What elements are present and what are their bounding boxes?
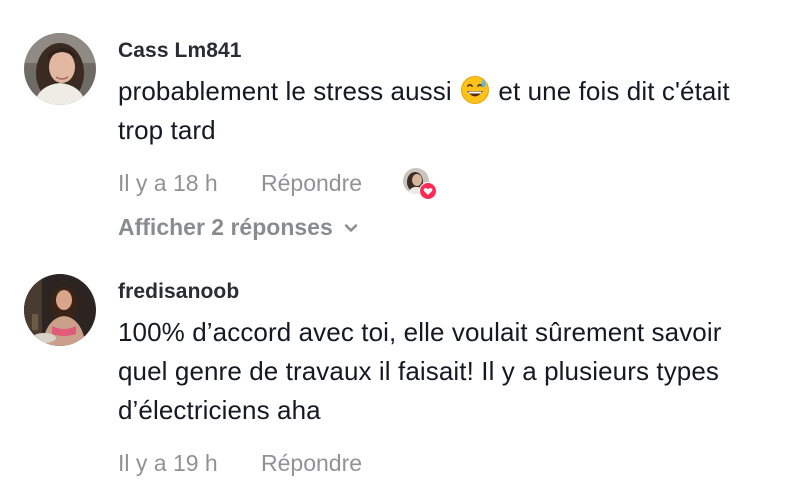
username[interactable]: fredisanoob	[118, 279, 770, 305]
avatar-image	[24, 274, 96, 346]
reply-button[interactable]: Répondre	[261, 446, 362, 480]
comment-item: fredisanoob 100% d’accord avec toi, elle…	[0, 262, 790, 476]
avatar[interactable]	[24, 274, 96, 346]
view-replies-button[interactable]: Afficher 2 réponses	[118, 212, 770, 242]
avatar-image	[24, 33, 96, 105]
username[interactable]: Cass Lm841	[118, 38, 770, 64]
creator-liked-badge	[403, 168, 437, 202]
comment-item: Cass Lm841 probablement le stress aussi …	[0, 0, 790, 250]
reply-button[interactable]: Répondre	[261, 166, 362, 200]
view-replies-label: Afficher 2 réponses	[118, 214, 333, 240]
avatar[interactable]	[24, 33, 96, 105]
comment-timestamp: Il y a 18 h	[118, 170, 218, 196]
comment-meta: Il y a 19 h Répondre	[118, 446, 770, 480]
heart-icon	[419, 182, 437, 200]
chevron-down-icon	[341, 215, 361, 235]
comment-text: 100% d’accord avec toi, elle voulait sûr…	[118, 317, 722, 425]
comment-text-part: probablement le stress aussi	[118, 76, 460, 106]
comment-text: probablement le stress aussi et une fois…	[118, 72, 770, 150]
comment-timestamp: Il y a 19 h	[118, 450, 218, 476]
grinning-face-with-sweat-emoji-icon	[460, 75, 490, 105]
comment-meta: Il y a 18 h Répondre	[118, 166, 770, 200]
